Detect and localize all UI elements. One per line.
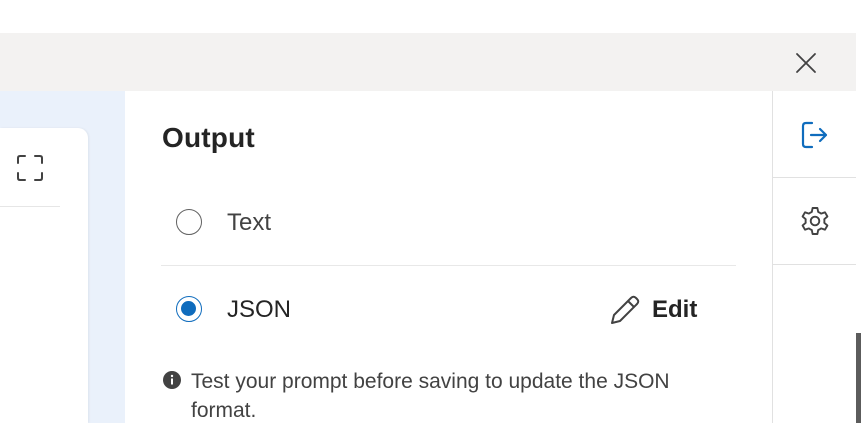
radio-text-label[interactable]: Text xyxy=(227,209,271,237)
expand-button[interactable] xyxy=(14,152,46,184)
radio-text[interactable] xyxy=(176,209,202,235)
close-button[interactable] xyxy=(792,49,820,77)
sign-out-icon xyxy=(801,121,827,149)
radio-json[interactable] xyxy=(176,296,202,322)
app-root: Output Text JSON Edit Test your prompt b… xyxy=(0,0,861,423)
close-icon xyxy=(796,53,816,73)
info-text: Test your prompt before saving to update… xyxy=(191,370,670,422)
canvas-card-divider xyxy=(0,206,60,207)
rail-divider xyxy=(773,264,856,265)
pencil-icon xyxy=(611,295,640,324)
info-message: Test your prompt before saving to update… xyxy=(163,367,723,423)
panel-header xyxy=(0,33,856,91)
expand-icon xyxy=(17,155,43,181)
scrollbar-thumb[interactable] xyxy=(856,333,861,423)
top-strip xyxy=(0,0,861,33)
rail-settings-button[interactable] xyxy=(773,178,856,264)
edit-button[interactable]: Edit xyxy=(608,292,697,328)
edit-label: Edit xyxy=(652,296,698,323)
gear-icon xyxy=(801,207,828,235)
info-icon xyxy=(163,371,181,389)
rail-output-button[interactable] xyxy=(773,92,856,178)
radio-json-label[interactable]: JSON xyxy=(227,296,291,324)
option-divider xyxy=(161,265,736,266)
output-title: Output xyxy=(162,122,255,153)
